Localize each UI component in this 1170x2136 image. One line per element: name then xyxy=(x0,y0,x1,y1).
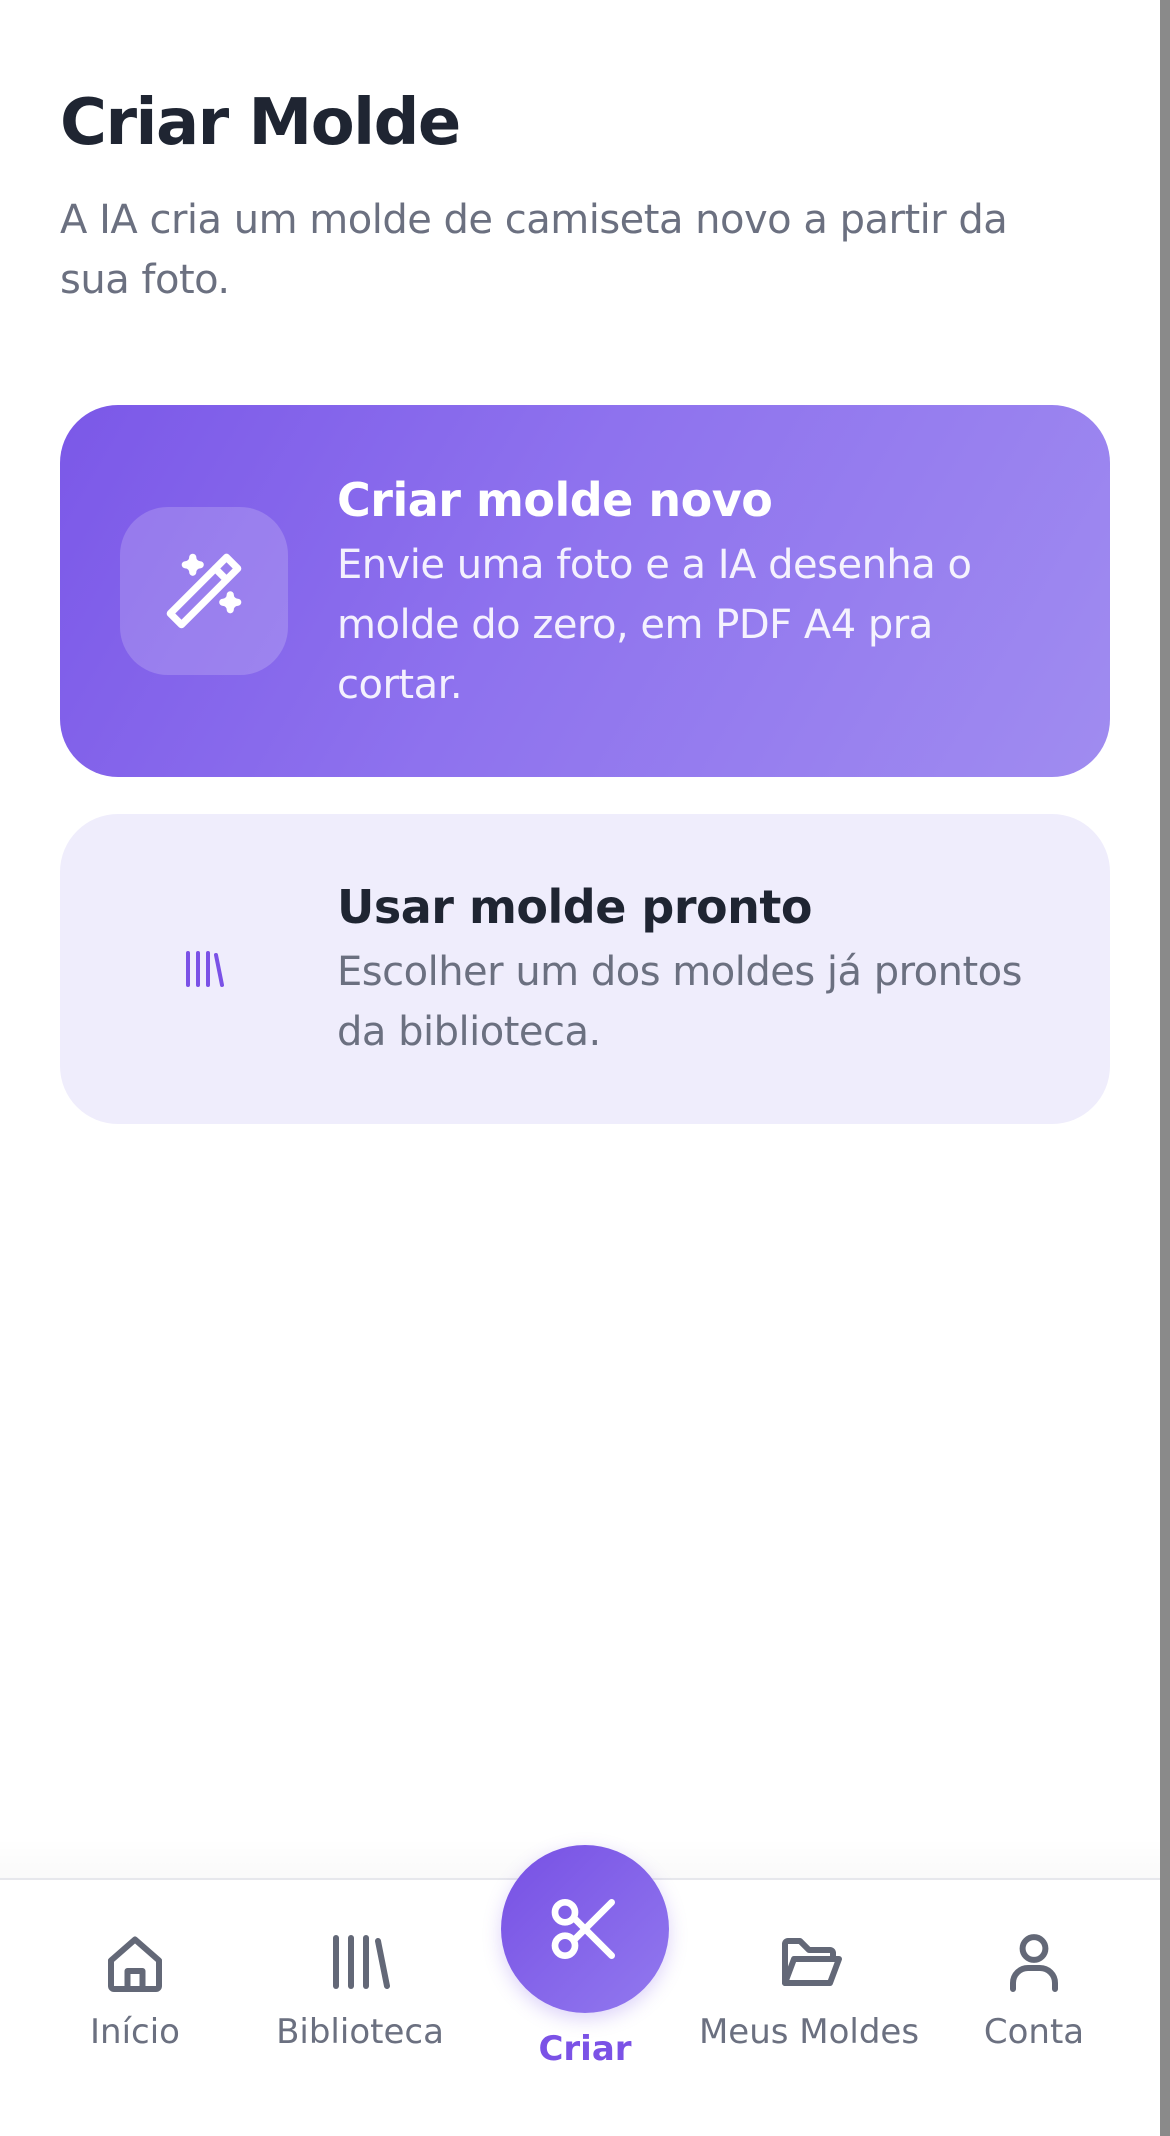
library-icon xyxy=(186,951,224,987)
create-new-pattern-card[interactable]: Criar molde novo Envie uma foto e a IA d… xyxy=(60,405,1110,777)
page-subtitle: A IA cria um molde de camiseta novo a pa… xyxy=(60,197,1008,303)
create-fab-button[interactable] xyxy=(501,1845,669,2013)
nav-label: Meus Moldes xyxy=(698,2012,920,2052)
card-description: Escolher um dos moldes já prontos da bib… xyxy=(337,949,1022,1055)
nav-label-criar[interactable]: Criar xyxy=(485,2029,685,2069)
nav-item-conta[interactable]: Conta xyxy=(924,1880,1144,2060)
magic-wand-icon-tile xyxy=(120,507,288,675)
nav-label: Conta xyxy=(983,2012,1085,2052)
scissors-icon xyxy=(551,1899,615,1959)
nav-label: Início xyxy=(90,2012,180,2052)
nav-item-meus-moldes[interactable]: Meus Moldes xyxy=(699,1880,919,2060)
library-icon-wrapper xyxy=(120,885,288,1053)
nav-item-biblioteca[interactable]: Biblioteca xyxy=(250,1880,470,2060)
card-title: Criar molde novo xyxy=(337,473,773,527)
nav-label: Biblioteca xyxy=(276,2012,444,2052)
nav-item-inicio[interactable]: Início xyxy=(25,1880,245,2060)
magic-wand-icon xyxy=(166,553,242,629)
home-icon xyxy=(108,1936,162,1992)
card-title: Usar molde pronto xyxy=(337,880,812,934)
window-edge-scrollbar xyxy=(1160,0,1170,2136)
use-ready-pattern-card[interactable]: Usar molde pronto Escolher um dos moldes… xyxy=(60,814,1110,1124)
library-icon xyxy=(333,1935,390,1989)
user-icon xyxy=(1010,1934,1058,1992)
create-pattern-screen: Criar Molde A IA cria um molde de camise… xyxy=(0,0,1170,2136)
folder-open-icon xyxy=(782,1938,842,1986)
page-title: Criar Molde xyxy=(60,86,461,160)
card-description: Envie uma foto e a IA desenha o molde do… xyxy=(337,542,972,708)
